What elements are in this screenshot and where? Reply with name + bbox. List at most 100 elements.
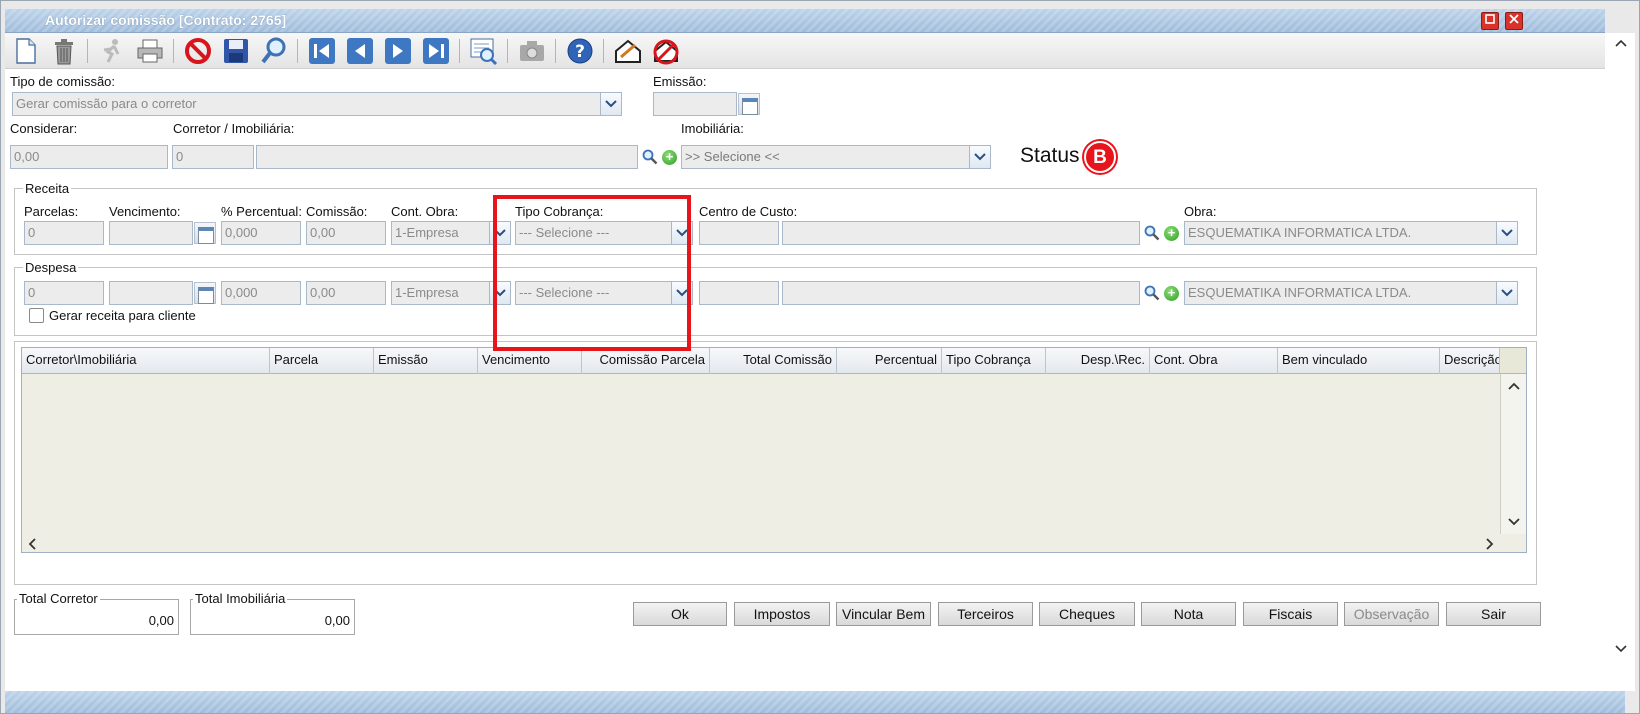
printer-icon[interactable]: [135, 36, 165, 66]
imobiliaria-dropdown-button[interactable]: [969, 145, 991, 169]
next-record-icon[interactable]: [383, 36, 413, 66]
tipo-comissao-select[interactable]: Gerar comissão para o corretor: [12, 92, 602, 116]
cheques-button[interactable]: Cheques: [1039, 602, 1135, 626]
total-corretor-value: 0,00: [148, 613, 174, 628]
magnifier-icon[interactable]: [642, 149, 658, 165]
svg-text:?: ?: [575, 42, 585, 62]
column-header[interactable]: Comissão Parcela: [582, 348, 710, 374]
help-icon[interactable]: ?: [565, 36, 595, 66]
cancel-icon[interactable]: [183, 36, 213, 66]
observacao-button[interactable]: Observação: [1344, 602, 1439, 626]
tipo-comissao-dropdown-button[interactable]: [600, 92, 622, 116]
chevron-up-icon[interactable]: [1615, 39, 1627, 47]
despesa-vencimento-input[interactable]: [109, 281, 193, 305]
chevron-right-icon[interactable]: [1486, 538, 1494, 550]
magnifier-icon[interactable]: [1144, 225, 1160, 241]
column-header[interactable]: Vencimento: [478, 348, 582, 374]
fiscais-button[interactable]: Fiscais: [1243, 602, 1338, 626]
unsign-icon[interactable]: [651, 36, 681, 66]
previous-record-icon[interactable]: [345, 36, 375, 66]
save-icon[interactable]: [221, 36, 251, 66]
despesa-cont-obra-select[interactable]: 1-Empresa: [391, 281, 491, 305]
receita-centro-custo-name-input[interactable]: [782, 221, 1140, 245]
column-header[interactable]: Total Comissão: [710, 348, 837, 374]
despesa-centro-custo-name-input[interactable]: [782, 281, 1140, 305]
despesa-parcelas-input[interactable]: 0: [24, 281, 104, 305]
add-icon[interactable]: +: [1164, 226, 1179, 241]
trash-icon[interactable]: [49, 36, 79, 66]
chevron-up-icon[interactable]: [1508, 382, 1520, 390]
report-icon[interactable]: [469, 36, 499, 66]
magnifier-icon[interactable]: [1144, 285, 1160, 301]
considerar-label: Considerar:: [10, 121, 78, 136]
chevron-down-icon: [1501, 289, 1513, 297]
column-header[interactable]: Percentual: [837, 348, 942, 374]
first-record-icon[interactable]: [307, 36, 337, 66]
chevron-down-icon[interactable]: [1508, 518, 1520, 526]
total-imobiliaria-label: Total Imobiliária: [193, 591, 288, 606]
despesa-comissao-input[interactable]: 0,00: [306, 281, 386, 305]
despesa-obra-select[interactable]: ESQUEMATIKA INFORMATICA LTDA.: [1184, 281, 1498, 305]
chevron-left-icon[interactable]: [28, 538, 36, 550]
calendar-icon[interactable]: [194, 222, 216, 244]
receita-comissao-input[interactable]: 0,00: [306, 221, 386, 245]
close-icon: [1509, 14, 1519, 24]
impostos-button[interactable]: Impostos: [734, 602, 830, 626]
calendar-icon[interactable]: [738, 93, 760, 115]
column-header[interactable]: Emissão: [374, 348, 478, 374]
despesa-percentual-input[interactable]: 0,000: [221, 281, 301, 305]
comissao-label: Comissão:: [306, 204, 368, 219]
chevron-down-icon[interactable]: [1615, 645, 1627, 653]
total-corretor-box: Total Corretor 0,00: [14, 591, 179, 635]
nota-button[interactable]: Nota: [1141, 602, 1236, 626]
receita-cont-obra-select[interactable]: 1-Empresa: [391, 221, 491, 245]
corretor-name-input[interactable]: [256, 145, 638, 169]
receita-obra-select[interactable]: ESQUEMATIKA INFORMATICA LTDA.: [1184, 221, 1498, 245]
corretor-code-input[interactable]: 0: [172, 145, 254, 169]
new-document-icon[interactable]: [11, 36, 41, 66]
vincular-bem-button[interactable]: Vincular Bem: [836, 602, 931, 626]
add-icon[interactable]: +: [662, 150, 677, 165]
imobiliaria-select[interactable]: >> Selecione <<: [681, 145, 971, 169]
close-button[interactable]: [1505, 12, 1523, 30]
column-header[interactable]: Bem vinculado: [1278, 348, 1440, 374]
gerar-receita-checkbox[interactable]: [29, 308, 44, 323]
column-header[interactable]: Parcela: [270, 348, 374, 374]
receita-obra-dropdown-button[interactable]: [1496, 221, 1518, 245]
vencimento-label: Vencimento:: [109, 204, 181, 219]
maximize-button[interactable]: [1481, 12, 1499, 30]
receita-parcelas-input[interactable]: 0: [24, 221, 104, 245]
terceiros-button[interactable]: Terceiros: [938, 602, 1033, 626]
receita-percentual-input[interactable]: 0,000: [221, 221, 301, 245]
total-corretor-label: Total Corretor: [17, 591, 100, 606]
chevron-down-icon: [974, 153, 986, 161]
last-record-icon[interactable]: [421, 36, 451, 66]
total-imobiliaria-value: 0,00: [324, 613, 350, 628]
add-icon[interactable]: +: [1164, 286, 1179, 301]
grid-horizontal-scrollbar[interactable]: [22, 534, 1500, 552]
column-header[interactable]: Descrição: [1440, 348, 1500, 374]
maximize-icon: [1485, 14, 1495, 24]
column-header[interactable]: Tipo Cobrança: [942, 348, 1046, 374]
column-header[interactable]: Desp.\Rec.: [1046, 348, 1150, 374]
parcelas-label: Parcelas:: [24, 204, 79, 219]
search-icon[interactable]: [259, 36, 289, 66]
highlight-annotation: [493, 195, 691, 351]
receita-vencimento-input[interactable]: [109, 221, 193, 245]
page-vertical-scrollbar[interactable]: [1605, 33, 1635, 691]
column-header[interactable]: Cont. Obra: [1150, 348, 1278, 374]
emissao-input[interactable]: [653, 92, 737, 116]
sair-button[interactable]: Sair: [1446, 602, 1541, 626]
column-header[interactable]: Corretor\Imobiliária: [22, 348, 270, 374]
status-badge-letter: B: [1093, 147, 1107, 168]
ok-button[interactable]: Ok: [633, 602, 727, 626]
despesa-obra-dropdown-button[interactable]: [1496, 281, 1518, 305]
grid-vertical-scrollbar[interactable]: [1500, 374, 1526, 534]
sign-icon[interactable]: [613, 36, 643, 66]
considerar-input[interactable]: 0,00: [10, 145, 168, 169]
receita-centro-custo-code-input[interactable]: [699, 221, 779, 245]
run-icon[interactable]: [97, 36, 127, 66]
despesa-centro-custo-code-input[interactable]: [699, 281, 779, 305]
camera-icon[interactable]: [517, 36, 547, 66]
calendar-icon[interactable]: [194, 282, 216, 304]
